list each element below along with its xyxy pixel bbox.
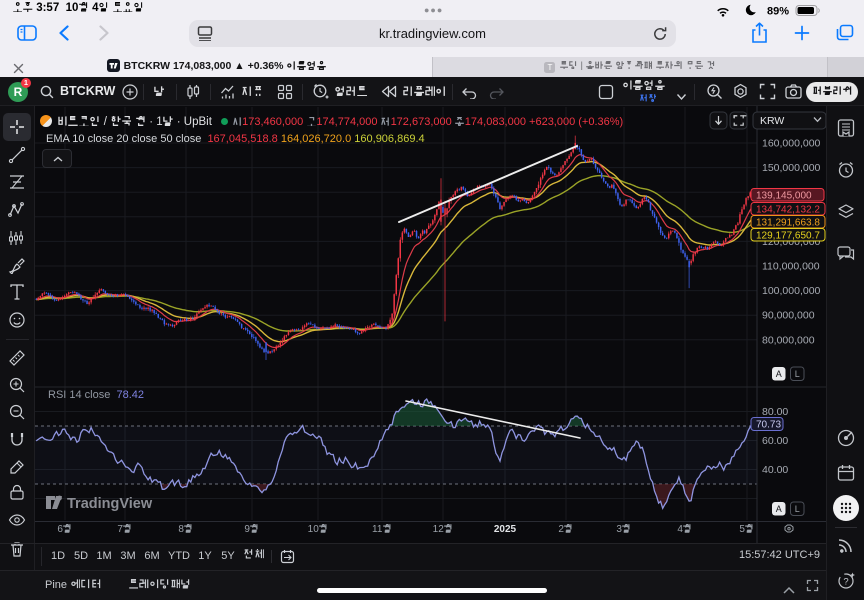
svg-text:70.73: 70.73	[756, 420, 781, 431]
svg-text:80,000,000: 80,000,000	[762, 334, 815, 346]
svg-text:110,000,000: 110,000,000	[762, 261, 820, 273]
svg-text:89%: 89%	[767, 6, 789, 18]
svg-text:139,145,000: 139,145,000	[756, 190, 812, 201]
svg-text:160,000,000: 160,000,000	[762, 138, 821, 150]
svg-text:90,000,000: 90,000,000	[762, 310, 815, 322]
svg-text:40.00: 40.00	[762, 464, 788, 476]
svg-text:L: L	[795, 369, 800, 379]
svg-text:129,177,650.7: 129,177,650.7	[756, 230, 820, 241]
svg-text:?: ?	[843, 577, 848, 588]
svg-text:80.00: 80.00	[762, 406, 788, 418]
svg-text:KRW: KRW	[760, 115, 784, 127]
svg-text:A: A	[776, 504, 782, 514]
svg-text:131,291,663.8: 131,291,663.8	[756, 217, 820, 228]
svg-text:150,000,000: 150,000,000	[762, 162, 821, 174]
svg-text:100,000,000: 100,000,000	[762, 285, 821, 297]
svg-text:134,742,132.2: 134,742,132.2	[756, 204, 820, 215]
svg-text:60.00: 60.00	[762, 435, 788, 447]
svg-text:L: L	[795, 504, 800, 514]
svg-text:A: A	[776, 369, 782, 379]
